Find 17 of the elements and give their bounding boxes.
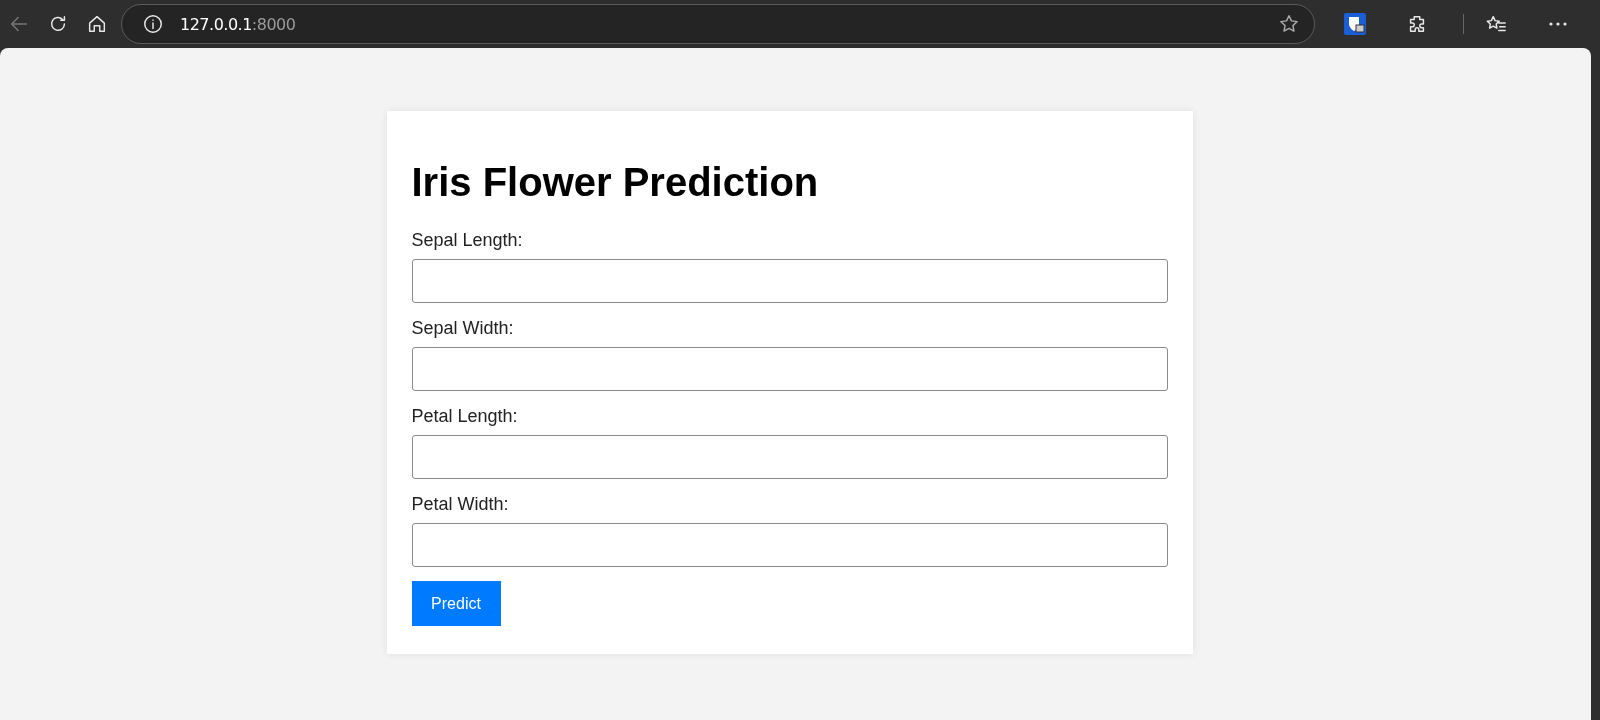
url-port: :8000	[251, 14, 296, 34]
more-icon	[1549, 22, 1567, 26]
input-field[interactable]	[411, 523, 1168, 567]
field-label: Petal Width:	[411, 493, 509, 515]
info-icon	[142, 13, 164, 35]
field-label: Sepal Width:	[411, 317, 514, 339]
input-field[interactable]	[411, 347, 1168, 391]
address-bar[interactable]: 127.0.0.1:8000	[121, 4, 1315, 44]
shield-lock-icon	[1344, 13, 1366, 35]
field-label: Sepal Length:	[411, 229, 523, 251]
field-label: Petal Length:	[411, 405, 518, 427]
input-field[interactable]	[411, 259, 1168, 303]
predict-button[interactable]: Predict	[411, 581, 501, 626]
star-icon[interactable]	[1278, 13, 1300, 35]
input-field[interactable]	[411, 435, 1168, 479]
url-host: 127.0.0.1	[180, 14, 252, 34]
page-title: Iris Flower Prediction	[411, 159, 820, 206]
